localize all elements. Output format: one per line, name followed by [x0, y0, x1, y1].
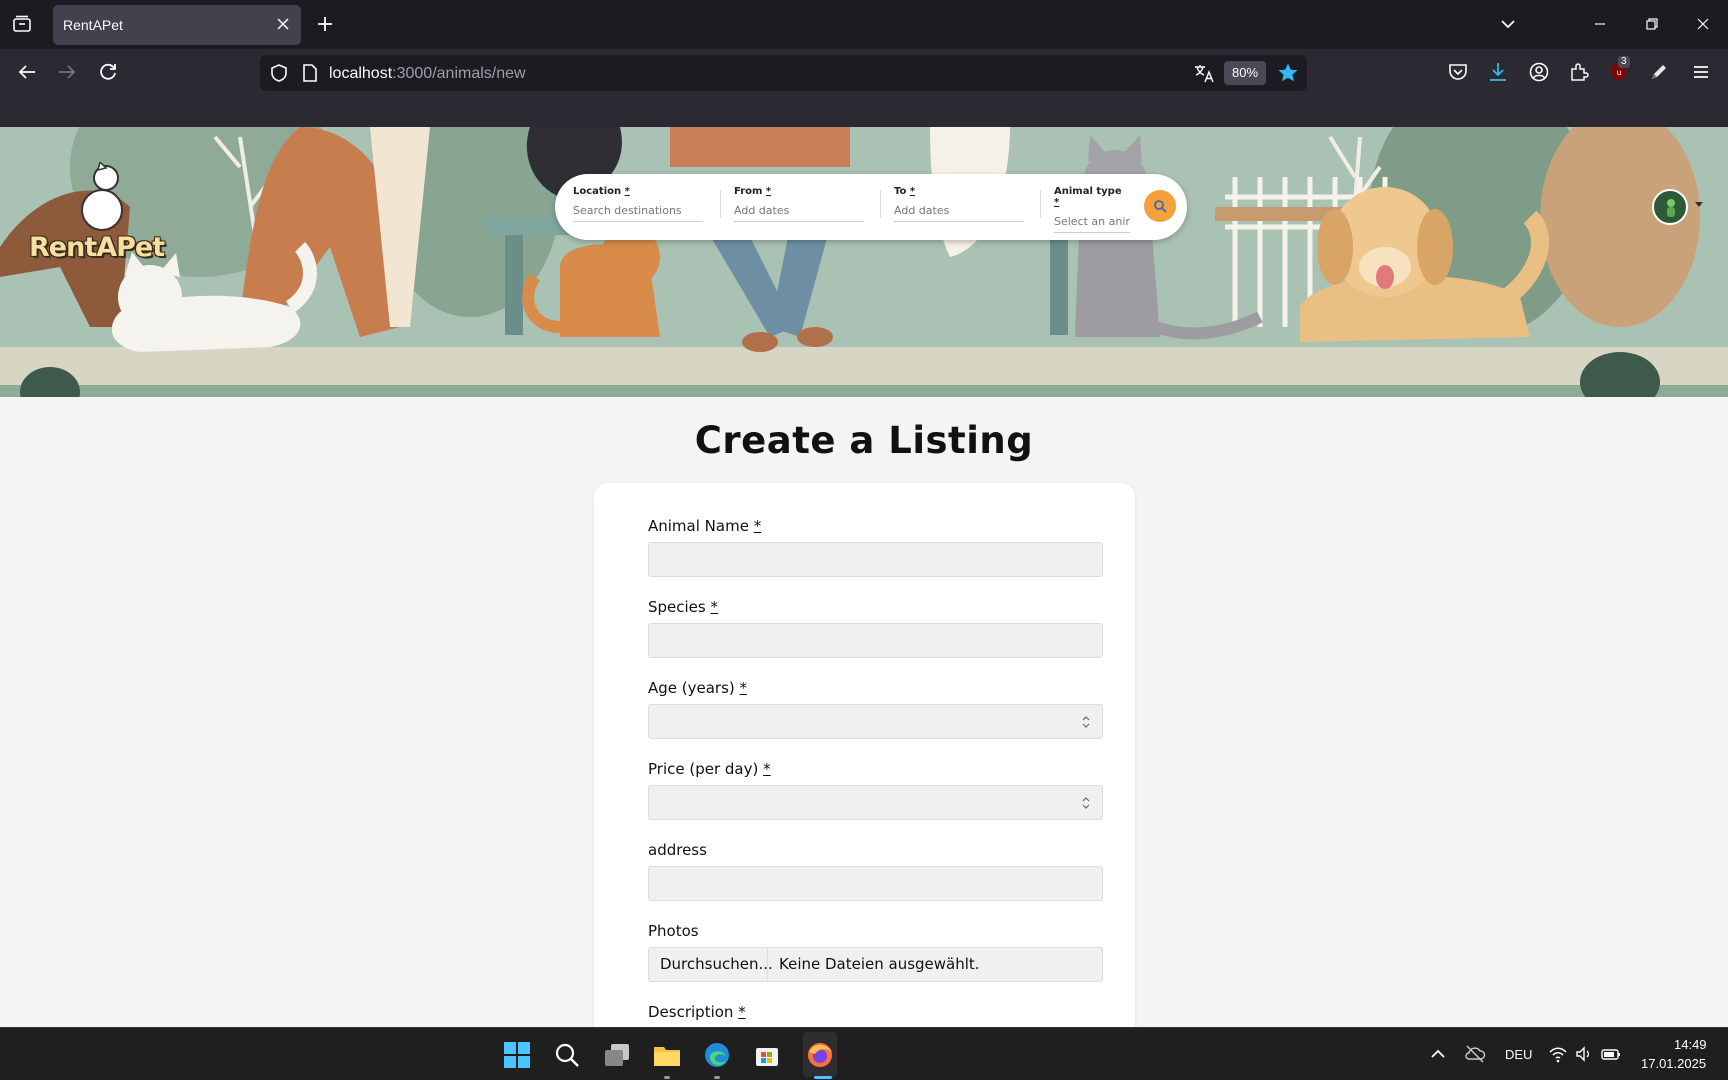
location-input[interactable]: Search destinations [573, 204, 703, 222]
number-spinner-icon[interactable] [1080, 795, 1092, 811]
windows-taskbar: DEU 14:49 17.01.2025 [0, 1027, 1728, 1080]
browser-tab-active[interactable]: RentAPet [53, 5, 301, 45]
edge-icon[interactable] [702, 1040, 732, 1070]
downloads-icon[interactable] [1487, 61, 1509, 83]
browser-tab-bar: RentAPet [0, 0, 1728, 49]
pen-icon[interactable] [1648, 61, 1670, 83]
translate-icon[interactable] [1193, 62, 1215, 84]
shield-icon[interactable] [269, 63, 289, 83]
species-input[interactable] [648, 623, 1103, 658]
hero-banner: RentAPet Location * Search destinations … [0, 127, 1728, 397]
from-date-input[interactable]: Add dates [734, 204, 864, 222]
firefox-icon[interactable] [805, 1040, 835, 1070]
wifi-icon[interactable] [1548, 1044, 1568, 1064]
menu-icon[interactable] [1690, 61, 1712, 83]
price-input[interactable] [648, 785, 1103, 820]
clock-date[interactable]: 17.01.2025 [1641, 1056, 1706, 1071]
file-explorer-icon[interactable] [652, 1040, 682, 1070]
animal-name-input[interactable] [648, 542, 1103, 577]
animal-type-select[interactable]: Select an anima [1054, 215, 1130, 233]
age-input[interactable] [648, 704, 1103, 739]
minimize-icon[interactable] [1590, 14, 1610, 34]
cloud-off-icon[interactable] [1464, 1044, 1486, 1064]
logo-text: RentAPet [29, 232, 165, 263]
svg-text:u: u [1616, 68, 1621, 77]
species-label: Species * [648, 598, 719, 616]
running-indicator [714, 1076, 720, 1079]
clock-time[interactable]: 14:49 [1674, 1037, 1707, 1052]
page-icon[interactable] [301, 63, 319, 83]
active-indicator [814, 1076, 832, 1079]
address-input[interactable] [648, 866, 1103, 901]
location-label: Location * [573, 186, 630, 197]
extension-count-badge: 3 [1618, 56, 1630, 68]
to-label: To * [894, 186, 916, 197]
url-bar[interactable]: localhost:3000/animals/new 80% [260, 55, 1307, 91]
microsoft-store-icon[interactable] [752, 1040, 782, 1070]
zoom-level-badge[interactable]: 80% [1224, 61, 1266, 85]
page-content: RentAPet Location * Search destinations … [0, 127, 1728, 1027]
tab-list-icon[interactable] [12, 15, 32, 33]
animal-type-label: Animal type * [1054, 186, 1122, 208]
browse-files-button[interactable]: Durchsuchen... [649, 948, 773, 981]
restore-icon[interactable] [1642, 14, 1662, 34]
logo-animals-icon [81, 162, 123, 231]
search-button[interactable] [1144, 190, 1176, 222]
search-divider [720, 190, 721, 218]
forward-icon[interactable] [56, 61, 78, 83]
age-label: Age (years) * [648, 679, 748, 697]
to-field[interactable]: To * Add dates [894, 186, 1024, 222]
price-label: Price (per day) * [648, 760, 771, 778]
reload-icon[interactable] [97, 61, 119, 83]
chevron-up-icon[interactable] [1428, 1044, 1448, 1064]
language-indicator[interactable]: DEU [1505, 1047, 1532, 1062]
from-field[interactable]: From * Add dates [734, 186, 864, 222]
battery-icon[interactable] [1600, 1044, 1622, 1064]
search-bar: Location * Search destinations From * Ad… [555, 174, 1187, 240]
browser-toolbar: localhost:3000/animals/new 80% u 3 [0, 49, 1728, 127]
create-listing-form: Animal Name * Species * Age (years) * Pr… [594, 483, 1135, 1027]
running-indicator [664, 1076, 670, 1079]
volume-icon[interactable] [1574, 1044, 1594, 1064]
url-host: localhost [329, 65, 393, 82]
pocket-icon[interactable] [1447, 61, 1469, 83]
search-icon[interactable] [552, 1040, 582, 1070]
account-icon[interactable] [1528, 61, 1550, 83]
extensions-icon[interactable] [1568, 61, 1590, 83]
back-icon[interactable] [16, 61, 38, 83]
file-status-text: Keine Dateien ausgewählt. [779, 955, 980, 973]
close-tab-icon[interactable] [275, 16, 291, 32]
avatar-figure-icon [1667, 199, 1675, 217]
tab-title: RentAPet [63, 17, 123, 33]
location-field[interactable]: Location * Search destinations [573, 186, 703, 222]
hero-illustration [0, 127, 1728, 397]
chevron-down-icon[interactable] [1694, 201, 1704, 209]
animal-name-label: Animal Name * [648, 517, 762, 535]
number-spinner-icon[interactable] [1080, 714, 1092, 730]
search-divider [1040, 190, 1041, 218]
search-icon [1154, 200, 1167, 213]
search-divider [880, 190, 881, 218]
photos-file-input[interactable]: Durchsuchen... Keine Dateien ausgewählt. [648, 947, 1103, 982]
url-text[interactable]: localhost:3000/animals/new [329, 65, 526, 83]
animal-type-field[interactable]: Animal type * Select an anima [1054, 186, 1130, 233]
page-title: Create a Listing [694, 419, 1034, 462]
bookmark-star-icon[interactable] [1277, 62, 1299, 84]
close-window-icon[interactable] [1693, 14, 1713, 34]
user-avatar[interactable] [1652, 189, 1688, 225]
address-label: address [648, 841, 707, 859]
from-label: From * [734, 186, 772, 197]
to-date-input[interactable]: Add dates [894, 204, 1024, 222]
new-tab-icon[interactable] [316, 15, 334, 33]
windows-start-icon[interactable] [502, 1040, 532, 1070]
task-view-icon[interactable] [602, 1040, 632, 1070]
description-label: Description * [648, 1003, 746, 1021]
rentapet-logo[interactable]: RentAPet [26, 162, 166, 272]
url-path: :3000/animals/new [392, 65, 526, 82]
photos-label: Photos [648, 922, 699, 940]
list-all-tabs-icon[interactable] [1498, 14, 1518, 34]
